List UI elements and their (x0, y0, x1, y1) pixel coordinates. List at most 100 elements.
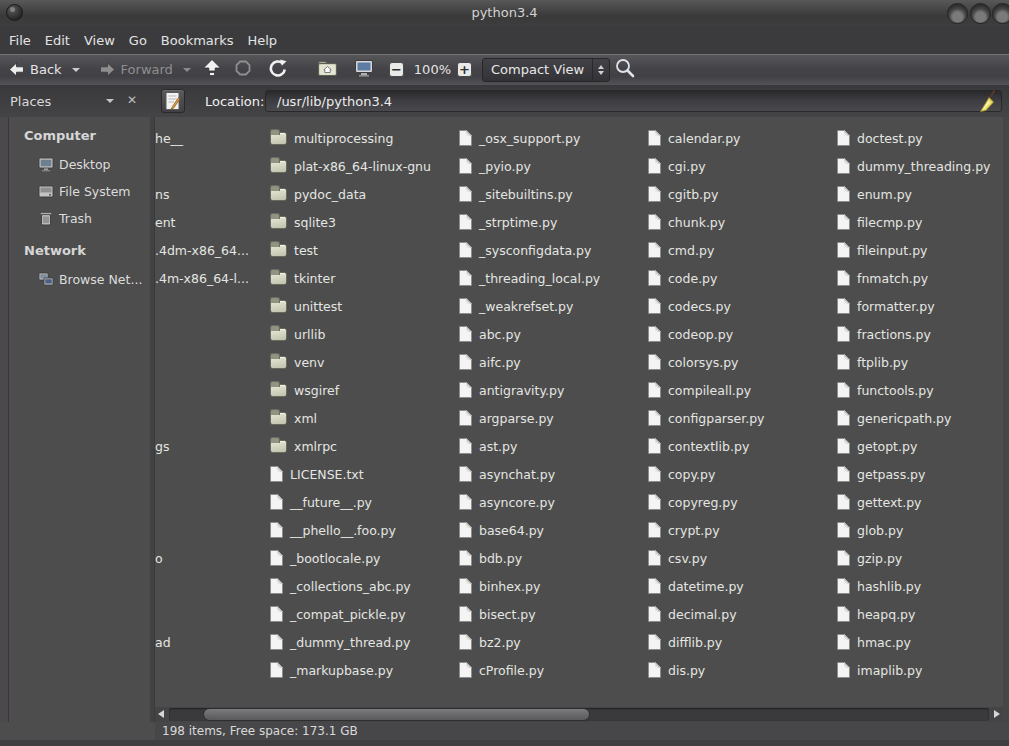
file-item[interactable]: _weakrefset.py (459, 293, 573, 319)
file-item[interactable]: _collections_abc.py (270, 573, 411, 599)
file-item[interactable]: _markupbase.py (270, 657, 393, 683)
file-item[interactable]: abc.py (459, 321, 521, 347)
places-panel-label[interactable]: Places (10, 94, 51, 109)
file-item[interactable]: getpass.py (837, 461, 925, 487)
file-item-clipped[interactable]: he__ (155, 125, 183, 151)
file-item[interactable]: decimal.py (648, 601, 737, 627)
view-mode-select[interactable]: Compact View (482, 58, 610, 82)
clear-location-brush-icon[interactable] (978, 90, 998, 112)
folder-item[interactable]: multiprocessing (270, 125, 393, 151)
folder-item[interactable]: plat-x86_64-linux-gnu (270, 153, 431, 179)
file-item[interactable]: calendar.py (648, 125, 741, 151)
folder-item[interactable]: wsgiref (270, 377, 339, 403)
file-item[interactable]: formatter.py (837, 293, 935, 319)
location-input[interactable]: /usr/lib/python3.4 (265, 90, 1002, 112)
file-item[interactable]: _sysconfigdata.py (459, 237, 591, 263)
file-item[interactable]: fnmatch.py (837, 265, 928, 291)
file-item[interactable]: cgitb.py (648, 181, 718, 207)
file-item[interactable]: heapq.py (837, 601, 915, 627)
file-item[interactable]: __phello__.foo.py (270, 517, 396, 543)
file-item[interactable]: bz2.py (459, 629, 521, 655)
file-item[interactable]: crypt.py (648, 517, 720, 543)
stop-button[interactable] (235, 60, 251, 80)
file-item[interactable]: cProfile.py (459, 657, 544, 683)
file-item-clipped[interactable]: ent (155, 209, 176, 235)
file-item[interactable]: _strptime.py (459, 209, 557, 235)
file-item[interactable]: aifc.py (459, 349, 521, 375)
file-item[interactable]: chunk.py (648, 209, 725, 235)
scroll-right-arrow-icon[interactable] (994, 710, 1000, 718)
folder-item[interactable]: xmlrpc (270, 433, 337, 459)
file-item[interactable]: cgi.py (648, 153, 706, 179)
file-item[interactable]: compileall.py (648, 377, 751, 403)
file-item[interactable]: hmac.py (837, 629, 911, 655)
folder-item[interactable]: tkinter (270, 265, 335, 291)
file-item[interactable]: _osx_support.py (459, 125, 580, 151)
reload-button[interactable] (269, 59, 287, 81)
file-item[interactable]: _dummy_thread.py (270, 629, 410, 655)
file-item[interactable]: colorsys.py (648, 349, 739, 375)
file-item[interactable]: dummy_threading.py (837, 153, 990, 179)
folder-item[interactable]: test (270, 237, 318, 263)
file-item[interactable]: ast.py (459, 433, 517, 459)
file-item-clipped[interactable]: .4m-x86_64-l... (155, 265, 249, 291)
folder-item[interactable]: urllib (270, 321, 325, 347)
folder-item[interactable]: xml (270, 405, 317, 431)
file-item[interactable]: difflib.py (648, 629, 722, 655)
file-item[interactable]: getopt.py (837, 433, 917, 459)
back-button[interactable]: Back (8, 62, 80, 77)
file-item[interactable]: _bootlocale.py (270, 545, 381, 571)
places-dropdown-caret[interactable] (106, 99, 114, 103)
file-item[interactable]: copy.py (648, 461, 715, 487)
file-item[interactable]: fractions.py (837, 321, 931, 347)
file-item[interactable]: __future__.py (270, 489, 372, 515)
file-item[interactable]: fileinput.py (837, 237, 928, 263)
file-item[interactable]: cmd.py (648, 237, 714, 263)
file-item[interactable]: binhex.py (459, 573, 540, 599)
file-item[interactable]: _sitebuiltins.py (459, 181, 573, 207)
file-item[interactable]: _threading_local.py (459, 265, 600, 291)
file-item[interactable]: _compat_pickle.py (270, 601, 406, 627)
file-item[interactable]: argparse.py (459, 405, 554, 431)
menu-help[interactable]: Help (240, 27, 284, 54)
minimize-button[interactable] (947, 3, 968, 24)
folder-item[interactable]: pydoc_data (270, 181, 366, 207)
file-item[interactable]: configparser.py (648, 405, 764, 431)
file-item-clipped[interactable]: o (155, 545, 163, 571)
file-item[interactable]: genericpath.py (837, 405, 951, 431)
menu-go[interactable]: Go (122, 27, 154, 54)
file-item[interactable]: asyncore.py (459, 489, 555, 515)
edit-location-button[interactable] (161, 89, 185, 113)
close-button[interactable] (992, 3, 1009, 24)
file-item[interactable]: LICENSE.txt (270, 461, 364, 487)
folder-item[interactable]: sqlite3 (270, 209, 336, 235)
scrollbar-thumb[interactable] (203, 708, 590, 721)
file-item[interactable]: imaplib.py (837, 657, 922, 683)
zoom-in-button[interactable]: + (457, 62, 472, 77)
sidebar-item-desktop[interactable]: Desktop (9, 151, 150, 178)
file-item[interactable]: base64.py (459, 517, 544, 543)
file-item[interactable]: antigravity.py (459, 377, 564, 403)
file-item[interactable]: bdb.py (459, 545, 522, 571)
file-item[interactable]: gzip.py (837, 545, 902, 571)
home-button[interactable] (318, 60, 337, 80)
forward-button[interactable]: Forward (99, 62, 191, 77)
file-item[interactable]: asynchat.py (459, 461, 555, 487)
file-item[interactable]: dis.py (648, 657, 705, 683)
sidebar-item-trash[interactable]: Trash (9, 205, 150, 232)
zoom-out-button[interactable]: − (389, 62, 404, 77)
places-close-icon[interactable]: ✕ (127, 93, 137, 107)
file-item-clipped[interactable]: gs (155, 433, 169, 459)
file-item[interactable]: datetime.py (648, 573, 744, 599)
folder-item[interactable]: venv (270, 349, 324, 375)
menu-view[interactable]: View (77, 27, 122, 54)
file-item[interactable]: contextlib.py (648, 433, 749, 459)
file-item[interactable]: code.py (648, 265, 717, 291)
file-item[interactable]: bisect.py (459, 601, 536, 627)
maximize-button[interactable] (970, 3, 991, 24)
up-button[interactable] (202, 59, 222, 80)
file-item[interactable]: glob.py (837, 517, 903, 543)
menu-edit[interactable]: Edit (38, 27, 77, 54)
file-item[interactable]: gettext.py (837, 489, 922, 515)
file-item[interactable]: csv.py (648, 545, 707, 571)
